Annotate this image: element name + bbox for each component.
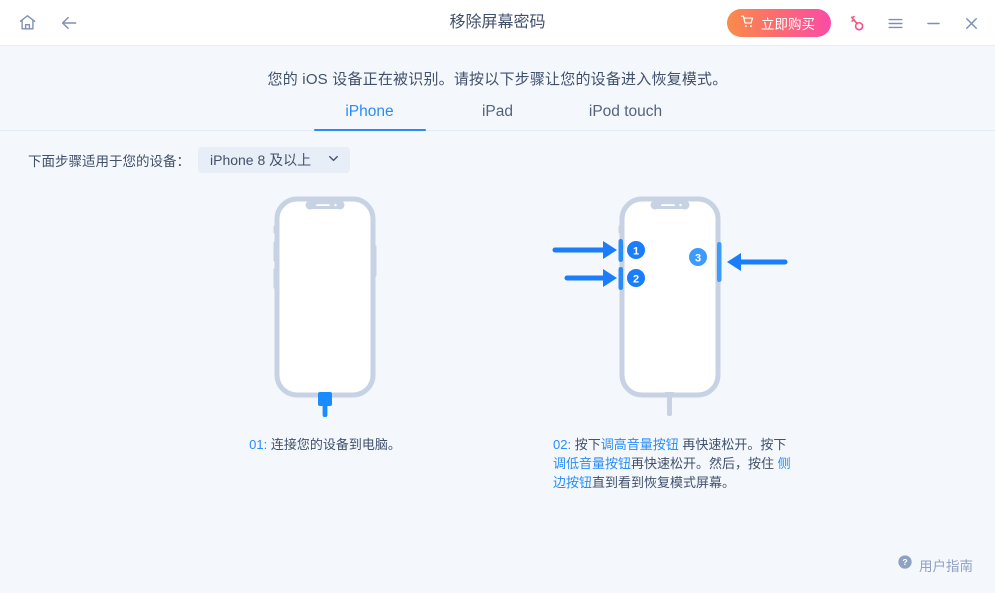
step-2-part-3-highlight: 调低音量按钮	[553, 456, 632, 471]
minimize-icon[interactable]	[921, 11, 945, 35]
svg-text:3: 3	[695, 253, 701, 265]
step-2-illustration: 1 2 3	[545, 187, 795, 422]
step-2-part-2: 再快速松开。按下	[678, 437, 787, 452]
step-1-text: 连接您的设备到电脑。	[270, 437, 401, 452]
device-select-row: 下面步骤适用于您的设备： iPhone 8 及以上	[0, 131, 995, 173]
svg-text:2: 2	[633, 274, 639, 286]
key-icon[interactable]	[845, 11, 869, 35]
question-circle-icon: ?	[897, 554, 913, 575]
svg-text:?: ?	[902, 557, 907, 567]
user-guide-label: 用户指南	[919, 558, 973, 574]
hamburger-menu-icon[interactable]	[883, 11, 907, 35]
step-2-number: 02:	[553, 437, 572, 452]
device-model-value: iPhone 8 及以上	[210, 152, 312, 168]
back-arrow-icon[interactable]	[56, 10, 82, 36]
step-1-illustration	[205, 187, 445, 422]
user-guide-link[interactable]: ? 用户指南	[897, 554, 973, 575]
page-headline: 您的 iOS 设备正在被识别。请按以下步骤让您的设备进入恢复模式。	[267, 71, 728, 88]
illustration-stage: 01: 连接您的设备到电脑。 1 2 3 02: 按下调高音量按钮 再快速松开。…	[0, 187, 995, 497]
buy-now-button[interactable]: 立即购买	[727, 9, 831, 37]
close-icon[interactable]	[959, 11, 983, 35]
buy-now-label: 立即购买	[761, 17, 815, 32]
device-model-dropdown[interactable]: iPhone 8 及以上	[198, 147, 351, 173]
svg-text:1: 1	[633, 246, 639, 258]
step-2-part-1-highlight: 调高音量按钮	[600, 437, 679, 452]
step-2-part-6: 直到看到恢复模式屏幕。	[592, 475, 736, 490]
tab-ipod-touch-label: iPod touch	[588, 103, 663, 120]
tab-iphone-label: iPhone	[345, 103, 394, 120]
title-bar-left-controls	[0, 10, 82, 36]
tab-ipad-label: iPad	[481, 103, 514, 120]
home-icon[interactable]	[14, 10, 40, 36]
title-bar: 移除屏幕密码 立即购买	[0, 0, 995, 46]
app-window: 移除屏幕密码 立即购买 您的 iOS 设备正在被识别。请按以下步骤让您的设备进入…	[0, 0, 995, 593]
step-1-number: 01:	[249, 437, 268, 452]
step-2-part-0: 按下	[574, 437, 601, 452]
step-2-part-4: 再快速松开。然后，按住	[631, 456, 778, 471]
tab-iphone[interactable]: iPhone	[306, 103, 434, 131]
step-1-caption: 01: 连接您的设备到电脑。	[205, 435, 445, 454]
shopping-cart-icon	[740, 14, 755, 32]
tab-ipod-touch[interactable]: iPod touch	[562, 103, 690, 131]
step-2-caption: 02: 按下调高音量按钮 再快速松开。按下调低音量按钮再快速松开。然后，按住 侧…	[548, 435, 798, 492]
chevron-down-icon	[327, 152, 340, 168]
tab-ipad[interactable]: iPad	[434, 103, 562, 131]
device-type-tabs: iPhone iPad iPod touch	[0, 103, 995, 131]
title-bar-right-controls: 立即购买	[727, 0, 983, 46]
device-select-label: 下面步骤适用于您的设备：	[28, 154, 190, 169]
